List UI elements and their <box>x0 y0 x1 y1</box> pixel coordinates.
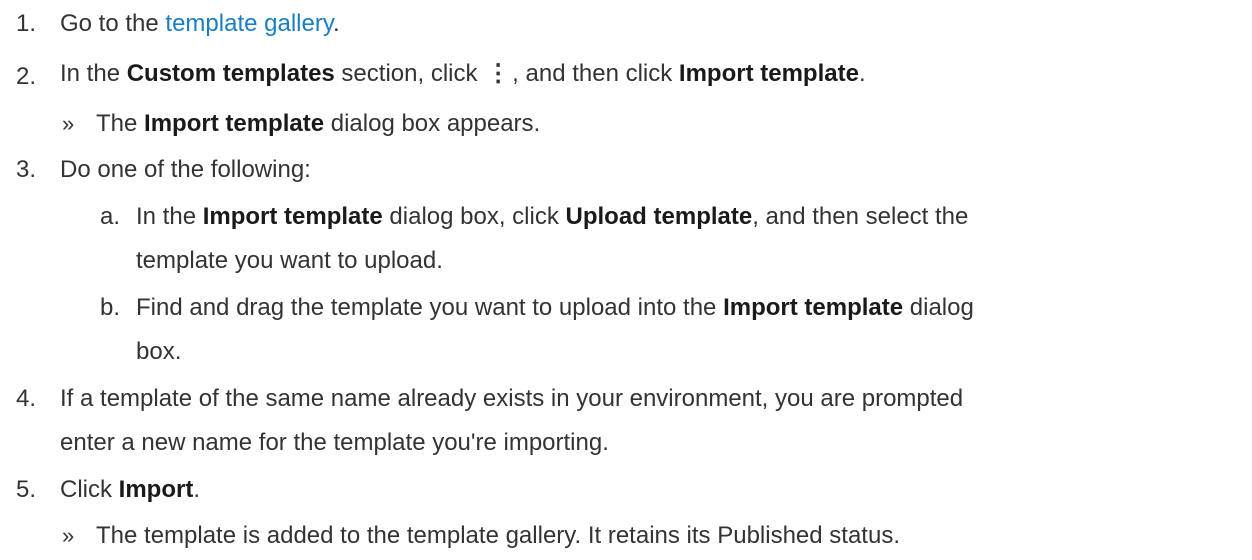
step-number: 4. <box>16 385 37 412</box>
step-text: In the Custom templates section, click ⋮… <box>60 56 866 92</box>
substep-text-prefix: Find and drag the template you want to u… <box>136 294 724 321</box>
result-text: The template is added to the template ga… <box>96 522 900 549</box>
procedure-document: 1. Go to the template gallery. 2. In the… <box>0 0 1252 560</box>
step-text: Do one of the following: <box>60 156 311 183</box>
step-text-continued: enter a new name for the template you're… <box>60 429 609 456</box>
substep-text-continued: box. <box>136 338 182 365</box>
custom-templates-term: Custom templates <box>126 60 335 87</box>
step-text-suffix: . <box>333 10 340 37</box>
import-template-term: Import template <box>723 294 904 321</box>
substep-letter: b. <box>100 294 121 321</box>
step-number: 3. <box>16 156 37 183</box>
result-marker: » <box>62 523 75 548</box>
step-text: If a template of the same name already e… <box>60 385 964 412</box>
substep-text: In the Import template dialog box, click… <box>136 199 968 235</box>
substep-text-suffix: , and then select the <box>752 203 969 230</box>
step-text-middle: section, click <box>334 60 485 87</box>
step-number: 2. <box>16 63 37 90</box>
vertical-ellipsis-icon: ⋮ <box>486 60 511 87</box>
step-text-suffix: . <box>858 60 866 87</box>
template-gallery-link[interactable]: template gallery <box>165 10 333 37</box>
step-text: Go to the template gallery. <box>60 6 340 42</box>
step-text-middle-2: , and then click <box>512 60 679 87</box>
substep-text-suffix: dialog <box>903 294 974 321</box>
substep-text-prefix: In the <box>136 203 203 230</box>
step-text-suffix: . <box>193 476 201 503</box>
substep-text: Find and drag the template you want to u… <box>136 290 974 326</box>
substep-text-middle: dialog box, click <box>382 203 566 230</box>
result-text-suffix: dialog box appears. <box>324 110 541 137</box>
substep-text-continued: template you want to upload. <box>136 247 443 274</box>
import-template-term: Import template <box>202 203 383 230</box>
result-marker: » <box>62 111 75 136</box>
upload-template-term: Upload template <box>565 203 753 230</box>
step-text: Click Import. <box>60 472 200 508</box>
import-term: Import <box>118 476 194 503</box>
import-template-term: Import template <box>678 60 859 87</box>
substep-letter: a. <box>100 203 121 230</box>
result-text-prefix: The <box>96 110 145 137</box>
step-text-prefix: Go to the <box>60 10 166 37</box>
result-text: The Import template dialog box appears. <box>96 106 540 142</box>
step-text-prefix: Click <box>60 476 119 503</box>
step-text-prefix: In the <box>60 60 127 87</box>
step-number: 1. <box>16 10 37 37</box>
import-template-term: Import template <box>144 110 325 137</box>
step-number: 5. <box>16 476 37 503</box>
